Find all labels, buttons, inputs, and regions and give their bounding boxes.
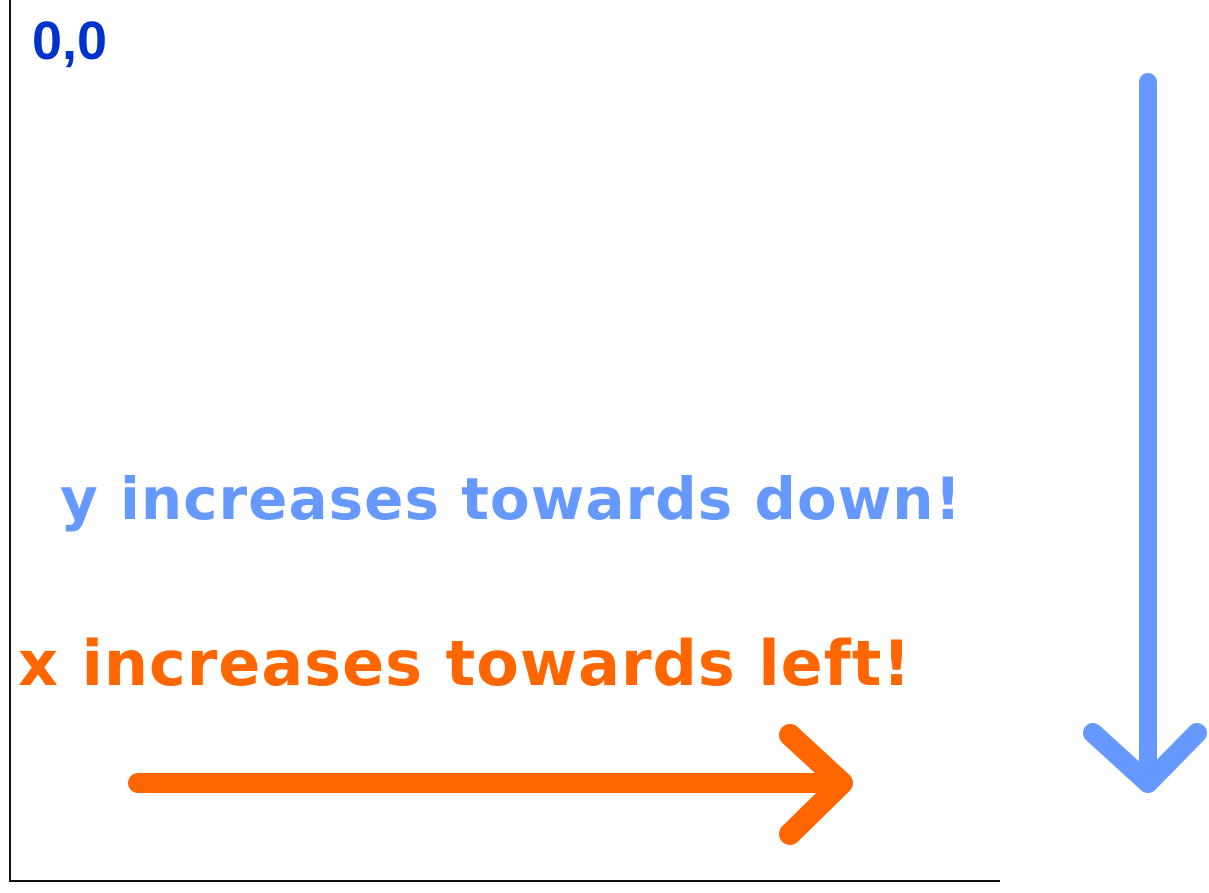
y-direction-label: y increases towards down! [60, 465, 963, 533]
x-direction-label: x increases towards left! [18, 627, 912, 700]
arrow-right-icon [128, 724, 853, 845]
arrow-down-icon [1083, 73, 1207, 793]
arrow-right-head [779, 724, 853, 845]
arrow-down-head [1083, 723, 1207, 793]
bottom-axis-line [9, 880, 1000, 882]
origin-label: 0,0 [32, 11, 108, 71]
left-axis-line [9, 0, 11, 882]
